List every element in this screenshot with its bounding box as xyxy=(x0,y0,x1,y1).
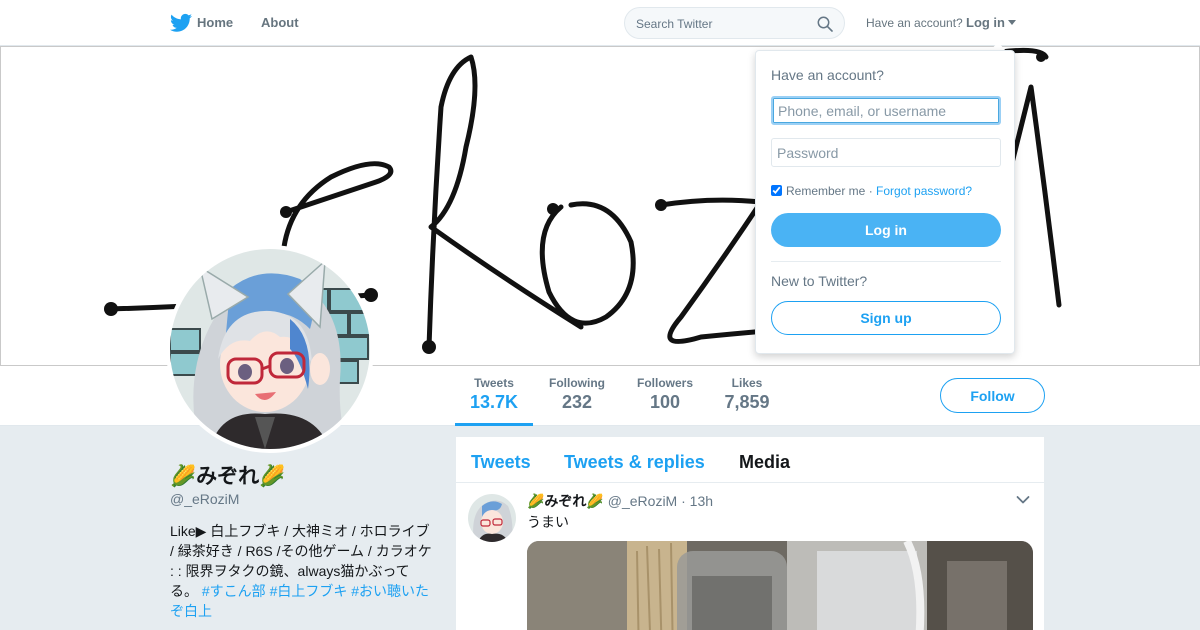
signup-button[interactable]: Sign up xyxy=(771,301,1001,335)
hashtag-link[interactable]: #白上フブキ xyxy=(270,583,348,599)
stat-label: Likes xyxy=(731,376,763,390)
tweet-avatar[interactable] xyxy=(468,494,516,542)
search-input[interactable] xyxy=(636,15,806,33)
chevron-down-icon[interactable] xyxy=(1016,495,1030,505)
follow-button[interactable]: Follow xyxy=(940,378,1045,413)
stat-label: Followers xyxy=(636,376,693,390)
tab-tweets-and-replies[interactable]: Tweets & replies xyxy=(564,452,705,473)
caret-down-icon xyxy=(1008,20,1016,25)
tweet-text: うまい xyxy=(527,514,569,530)
stat-value: 100 xyxy=(649,392,681,412)
tab-tweets[interactable]: Tweets xyxy=(471,452,531,473)
new-to-twitter-text: New to Twitter? xyxy=(771,273,868,289)
nav-about-link[interactable]: About xyxy=(261,15,299,30)
stat-label: Following xyxy=(549,376,605,390)
stat-likes[interactable]: Likes 7,859 xyxy=(724,376,770,413)
tweet-author-name[interactable]: 🌽みぞれ🌽 xyxy=(527,493,604,509)
login-dropdown: Have an account? Remember me · Forgot pa… xyxy=(755,50,1015,354)
top-navigation-bar: Home About Have an account? Log in xyxy=(0,0,1200,46)
remember-separator: · xyxy=(865,184,877,198)
search-box xyxy=(624,7,845,39)
tweet-timestamp[interactable]: 13h xyxy=(690,493,713,509)
stat-following[interactable]: Following 232 xyxy=(548,376,606,413)
profile-display-name: 🌽みぞれ🌽 xyxy=(170,465,286,488)
stat-value: 232 xyxy=(561,392,593,412)
dropdown-title: Have an account? xyxy=(771,67,884,83)
profile-avatar[interactable] xyxy=(166,245,374,453)
timeline: Tweets Tweets & replies Media 🌽みぞれ🌽 @_eR… xyxy=(456,437,1044,630)
tweet-media-photo[interactable] xyxy=(527,541,1033,630)
stat-label: Tweets xyxy=(474,376,514,390)
username-input[interactable] xyxy=(771,96,1001,125)
tweet-author-handle[interactable]: @_eRoziM xyxy=(608,493,677,509)
twitter-bird-icon[interactable] xyxy=(170,13,192,33)
stat-value: 13.7K xyxy=(470,392,519,412)
remember-me-label: Remember me xyxy=(786,184,866,198)
have-account-text: Have an account? xyxy=(866,16,963,30)
stat-followers[interactable]: Followers 100 xyxy=(636,376,694,413)
tab-media[interactable]: Media xyxy=(739,452,790,473)
hashtag-link[interactable]: #すこん部 xyxy=(202,583,266,599)
profile-bio: Like▶ 白上フブキ / 大神ミオ / ホロライブ / 緑茶好き / R6S … xyxy=(170,521,432,621)
tweet-avatar-image xyxy=(468,494,516,542)
timeline-tabs: Tweets Tweets & replies Media xyxy=(456,437,1044,483)
nav-home-link[interactable]: Home xyxy=(197,15,233,30)
remember-me-row: Remember me · Forgot password? xyxy=(771,184,972,198)
search-icon[interactable] xyxy=(817,16,833,32)
tweet-dot: · xyxy=(677,493,690,509)
password-input[interactable] xyxy=(771,138,1001,167)
remember-me-checkbox[interactable] xyxy=(771,185,782,196)
forgot-password-link[interactable]: Forgot password? xyxy=(876,184,972,198)
tweet-photo-image xyxy=(527,541,1033,630)
login-toggle-label: Log in xyxy=(966,15,1005,30)
login-button[interactable]: Log in xyxy=(771,213,1001,247)
profile-handle[interactable]: @_eRoziM xyxy=(170,491,239,507)
dropdown-divider xyxy=(771,261,1001,262)
login-dropdown-toggle[interactable]: Log in xyxy=(966,15,1016,30)
stat-value: 7,859 xyxy=(724,392,770,412)
stat-tweets[interactable]: Tweets 13.7K xyxy=(470,376,518,413)
active-stat-underline xyxy=(455,423,533,426)
avatar-anime-girl-image xyxy=(170,249,370,449)
tweet-header: 🌽みぞれ🌽 @_eRoziM · 13h xyxy=(527,491,713,511)
